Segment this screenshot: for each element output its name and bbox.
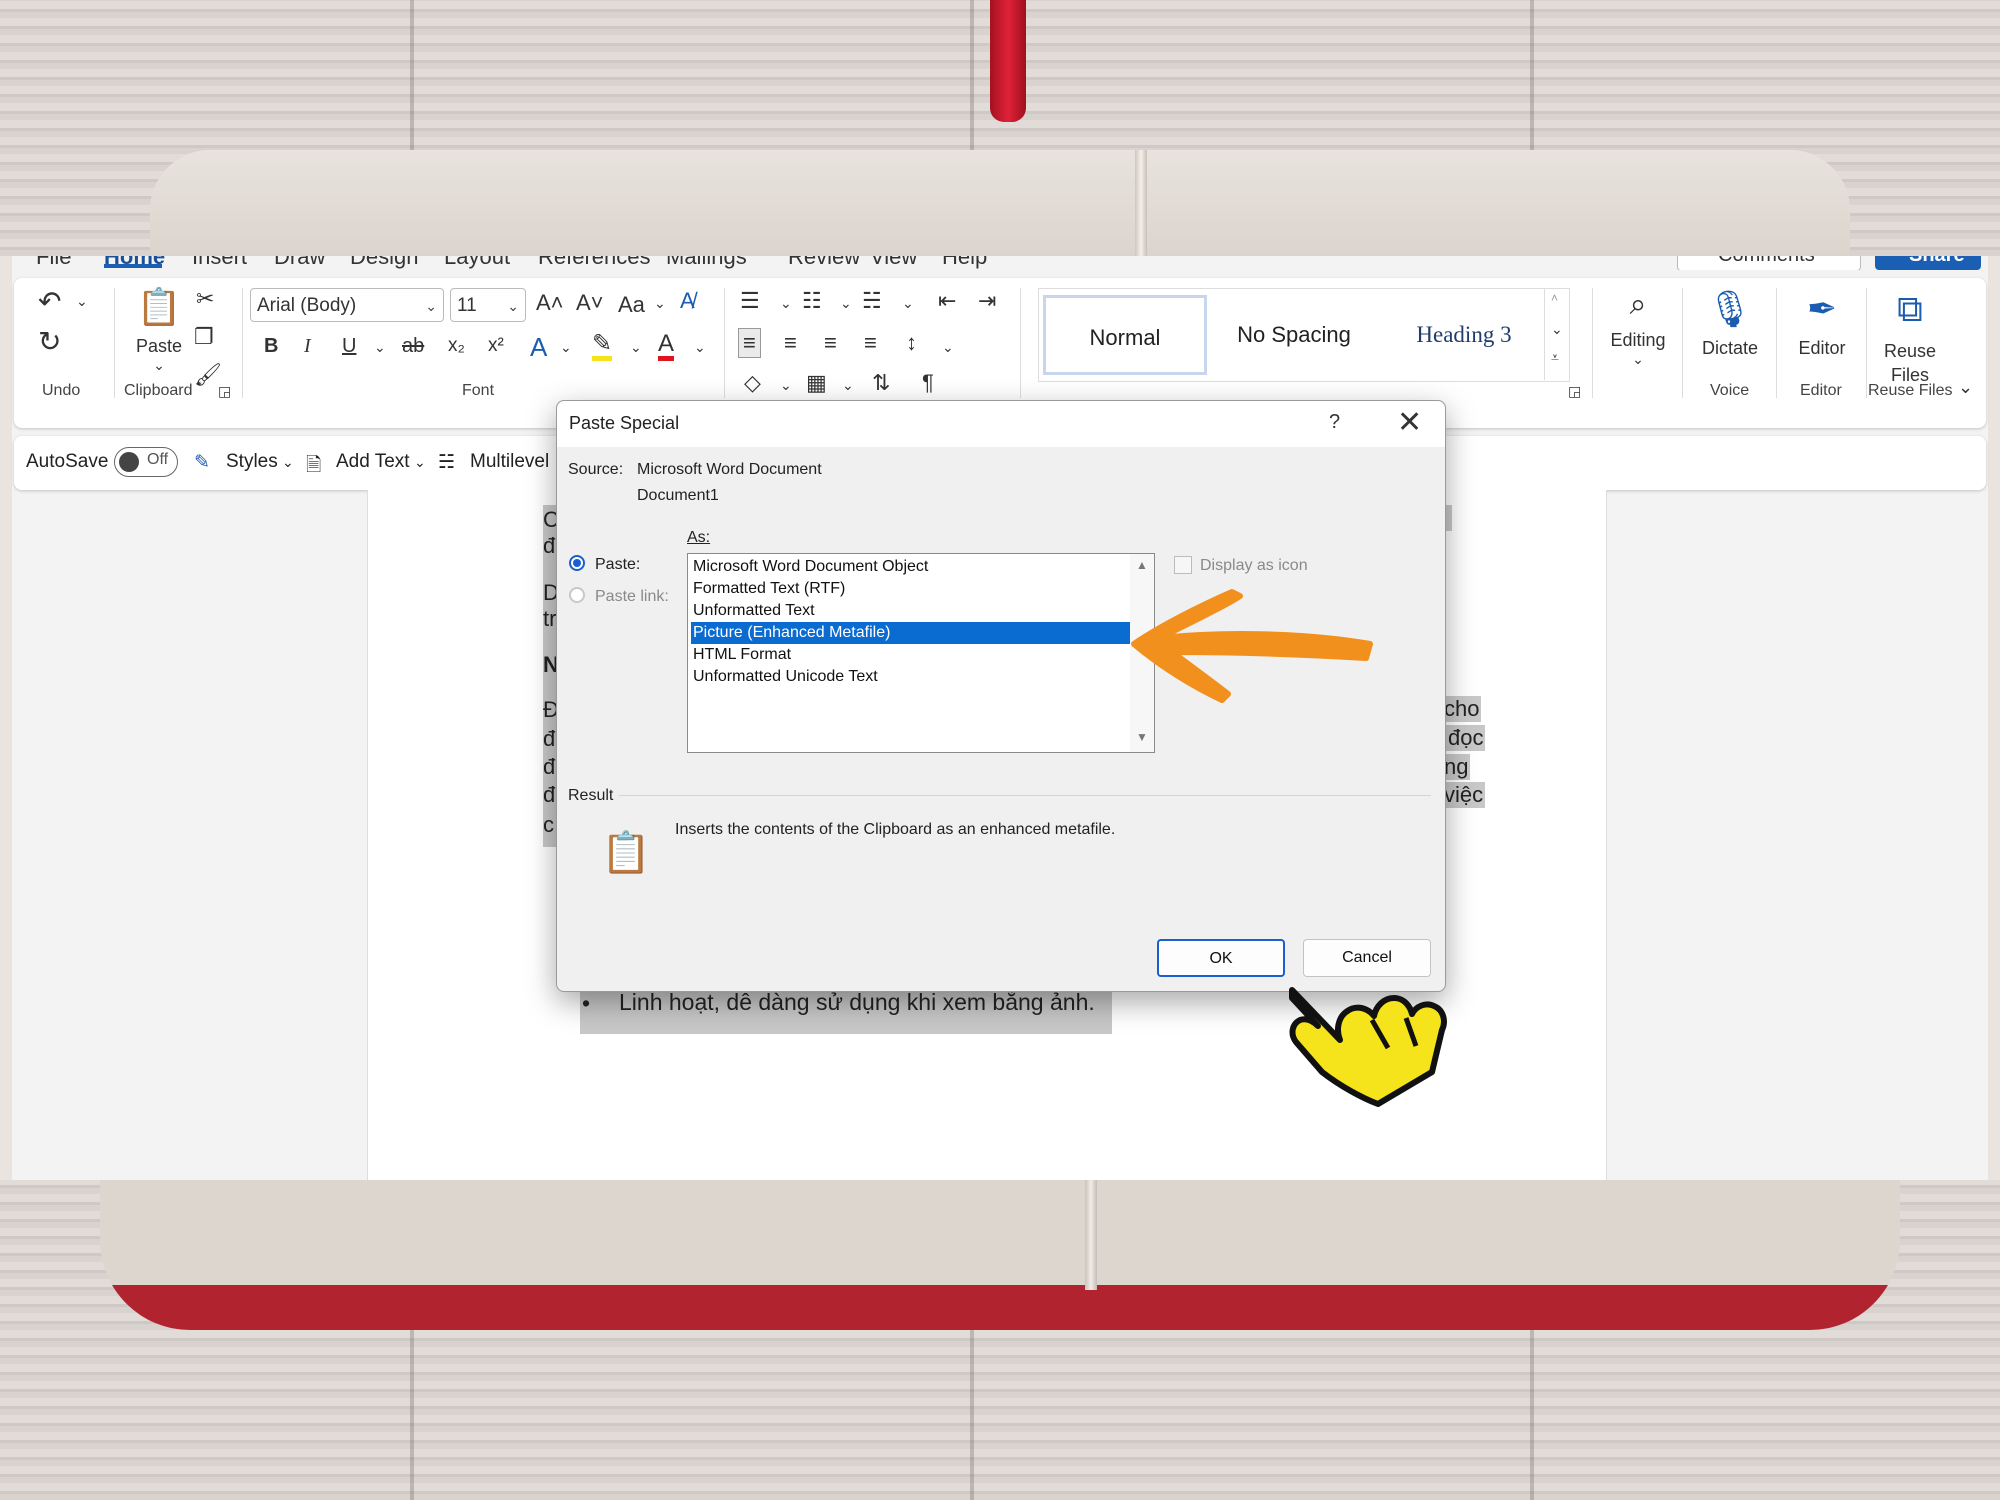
pointing-hand-icon <box>1289 987 1447 1107</box>
annotation-overlay <box>1131 589 1447 1107</box>
orange-arrow-icon <box>1131 589 1373 703</box>
